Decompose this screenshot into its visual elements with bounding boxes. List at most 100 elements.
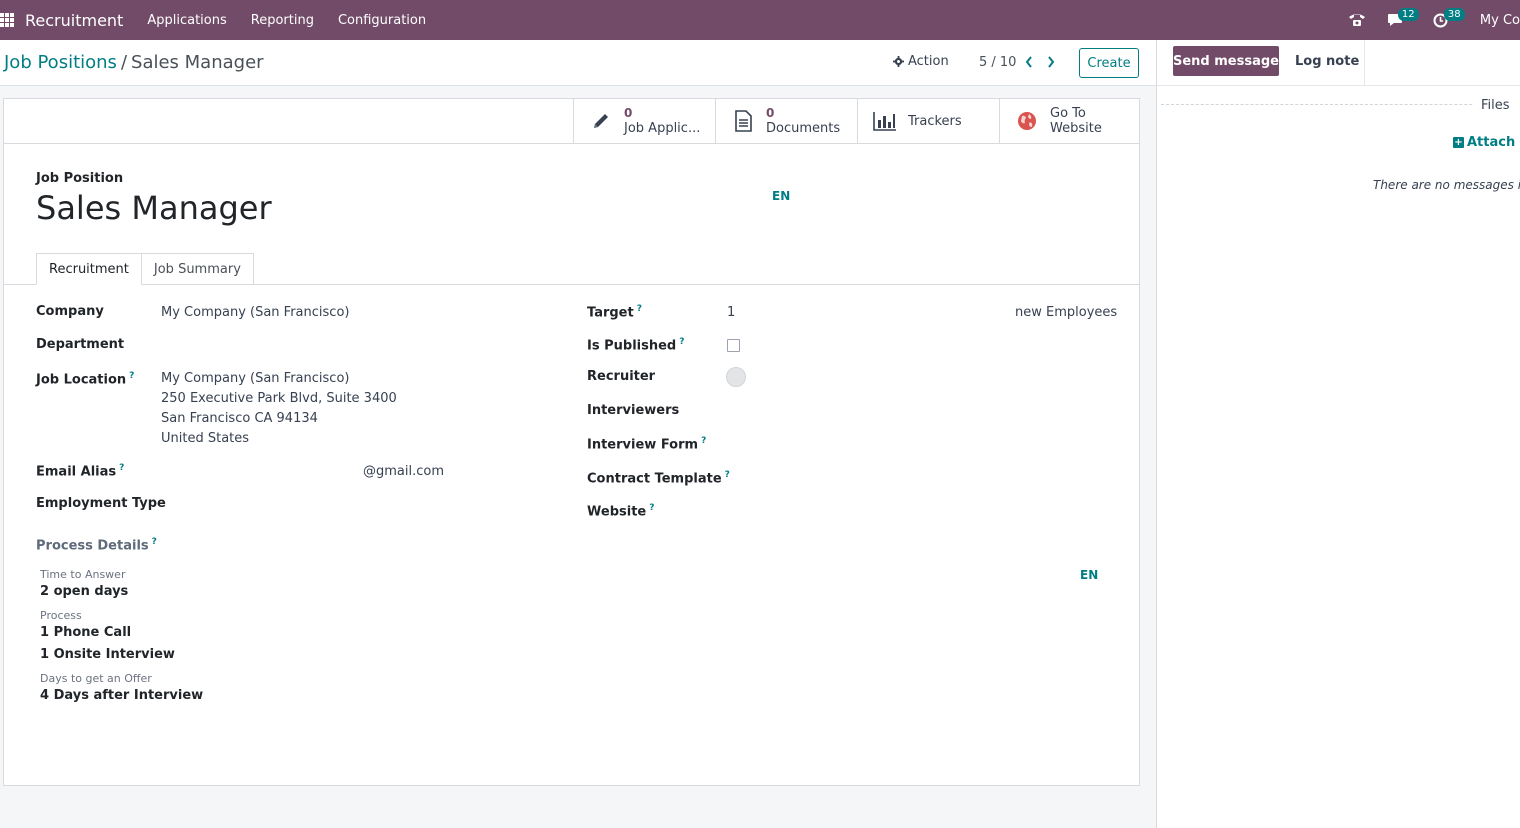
create-button[interactable]: Create [1079, 48, 1139, 78]
breadcrumb-current: Sales Manager [131, 52, 264, 73]
interview-form-label: Interview Form? [587, 436, 706, 452]
control-panel: Job Positions / Sales Manager Action 5 / 1… [0, 40, 1156, 86]
job-location-field[interactable]: My Company (San Francisco) 250 Executive… [161, 369, 397, 449]
interview-form-field[interactable] [727, 436, 1107, 454]
process-language-button[interactable]: EN [1080, 568, 1098, 582]
website-help-icon[interactable]: ? [649, 503, 654, 513]
is-published-label: Is Published? [587, 337, 684, 353]
target-label-text: Target [587, 305, 634, 321]
navbar-systray: 12 38 My Co [1346, 0, 1520, 40]
app-brand[interactable]: Recruitment [25, 11, 123, 30]
process-details-title: Process Details? [36, 537, 157, 553]
time-to-answer-label: Time to Answer [40, 568, 126, 581]
form-tabs: Recruitment Job Summary [36, 253, 254, 285]
send-message-button[interactable]: Send message [1173, 46, 1279, 76]
breadcrumb-job-positions[interactable]: Job Positions [4, 52, 117, 73]
job-applications-count: 0 [624, 106, 633, 120]
target-label: Target? [587, 304, 642, 320]
menu-reporting[interactable]: Reporting [251, 13, 314, 28]
files-label: Files [1473, 98, 1518, 113]
action-label: Action [908, 54, 949, 69]
process-step-2: 1 Onsite Interview [40, 647, 175, 662]
days-to-offer-value: 4 Days after Interview [40, 688, 204, 703]
breadcrumb: Job Positions / Sales Manager [4, 52, 264, 73]
pager-previous-icon[interactable] [1022, 54, 1036, 70]
button-box-divider [4, 143, 1139, 144]
interview-form-help-icon[interactable]: ? [701, 436, 706, 446]
job-location-label-text: Job Location [36, 372, 127, 388]
plus-square-icon: + [1453, 137, 1464, 148]
breadcrumb-separator: / [120, 52, 128, 73]
contract-template-label: Contract Template? [587, 470, 730, 486]
menu-applications[interactable]: Applications [147, 13, 226, 28]
process-label: Process [40, 609, 82, 622]
process-details-help-icon[interactable]: ? [152, 537, 157, 547]
phone-icon[interactable] [1346, 0, 1368, 40]
tabs-divider [4, 284, 1139, 285]
activities-clock-icon[interactable]: 38 [1430, 0, 1465, 40]
action-menu-button[interactable]: Action [893, 54, 949, 69]
chatter-tab-divider [1364, 40, 1365, 85]
document-icon [730, 110, 756, 132]
documents-count: 0 [766, 106, 775, 120]
email-alias-label-text: Email Alias [36, 464, 117, 480]
log-note-button[interactable]: Log note [1295, 54, 1359, 69]
company-switcher[interactable]: My Co [1480, 13, 1520, 28]
job-location-label: Job Location? [36, 371, 134, 387]
pager-next-icon[interactable] [1044, 54, 1058, 70]
go-to-website-button[interactable]: Go To Website [999, 99, 1141, 143]
interviewers-label: Interviewers [587, 403, 680, 418]
job-location-help-icon[interactable]: ? [129, 371, 134, 381]
activities-count-badge: 38 [1443, 8, 1465, 21]
no-messages-text: There are no messages in t [1373, 178, 1520, 192]
job-applications-button[interactable]: 0 Job Applic... [573, 99, 715, 143]
apps-menu-icon[interactable] [0, 13, 14, 27]
is-published-help-icon[interactable]: ? [679, 337, 684, 347]
files-divider [1161, 104, 1517, 105]
tab-job-summary[interactable]: Job Summary [141, 253, 254, 285]
target-field[interactable]: 1 [727, 305, 735, 320]
interviewers-field[interactable] [727, 403, 1107, 421]
menu-configuration[interactable]: Configuration [338, 13, 426, 28]
email-alias-input[interactable] [161, 463, 361, 481]
process-details-title-text: Process Details [36, 538, 149, 554]
trackers-button[interactable]: Trackers [857, 99, 999, 143]
documents-label: Documents [766, 121, 841, 136]
chatter-header-divider [1157, 85, 1520, 86]
contract-template-field[interactable] [727, 470, 1107, 488]
go-to-label: Go To [1050, 106, 1086, 121]
address-line-1: My Company (San Francisco) [161, 371, 350, 386]
company-field[interactable]: My Company (San Francisco) [161, 305, 349, 320]
job-position-name-field[interactable]: Sales Manager [36, 189, 272, 227]
recruiter-avatar[interactable] [726, 367, 746, 387]
address-line-2: 250 Executive Park Blvd, Suite 3400 [161, 391, 397, 406]
documents-button[interactable]: 0 Documents [715, 99, 857, 143]
employment-type-field[interactable] [161, 496, 541, 514]
target-help-icon[interactable]: ? [637, 304, 642, 314]
job-position-label: Job Position [36, 171, 124, 186]
department-field[interactable] [161, 337, 541, 355]
globe-icon [1014, 111, 1040, 131]
process-step-1: 1 Phone Call [40, 625, 132, 640]
department-label: Department [36, 337, 125, 352]
website-field[interactable] [727, 503, 1107, 521]
job-applications-label: Job Applic... [624, 121, 701, 136]
pager-value[interactable]: 5 / 10 [979, 55, 1016, 70]
email-alias-label: Email Alias? [36, 463, 124, 479]
smart-button-box: 0 Job Applic... 0 Documents Trackers Go … [573, 99, 1141, 143]
time-to-answer-value: 2 open days [40, 584, 129, 599]
website-label: Website? [587, 503, 654, 519]
days-to-offer-label: Days to get an Offer [40, 672, 152, 685]
is-published-checkbox[interactable] [727, 339, 740, 352]
attach-files-link[interactable]: + Attach fi [1453, 135, 1520, 150]
tab-recruitment[interactable]: Recruitment [36, 253, 142, 285]
email-alias-help-icon[interactable]: ? [119, 463, 124, 473]
title-language-button[interactable]: EN [772, 189, 790, 203]
website-label: Website [1050, 121, 1102, 136]
form-sheet: 0 Job Applic... 0 Documents Trackers Go … [3, 98, 1140, 786]
address-line-4: United States [161, 431, 250, 446]
chatter-panel: Send message Log note Files + Attach fi … [1156, 40, 1520, 828]
target-unit: new Employees [1015, 305, 1118, 320]
attach-files-label: Attach fi [1467, 135, 1520, 150]
messages-icon[interactable]: 12 [1384, 0, 1419, 40]
